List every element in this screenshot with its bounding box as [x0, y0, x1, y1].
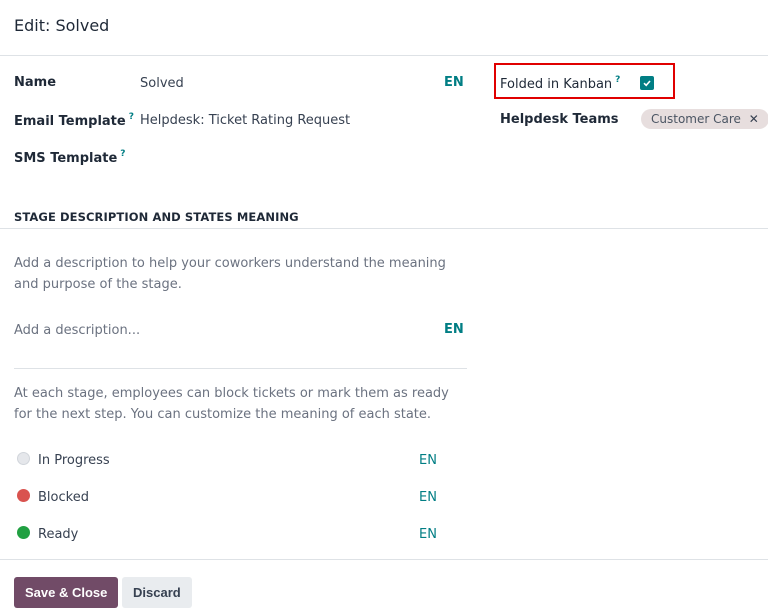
- email-template-input[interactable]: Helpdesk: Ticket Rating Request: [140, 113, 470, 133]
- name-input[interactable]: Solved: [140, 76, 470, 96]
- description-input[interactable]: Add a description...: [14, 320, 434, 342]
- state-label-ready[interactable]: Ready: [38, 527, 78, 542]
- help-icon[interactable]: ?: [129, 112, 134, 122]
- dialog-title: Edit: Solved: [14, 16, 110, 35]
- help-icon[interactable]: ?: [615, 75, 620, 85]
- state-dot-in-progress[interactable]: [17, 452, 30, 465]
- state-lang-button-blocked[interactable]: EN: [419, 490, 437, 505]
- tag-label: Customer Care: [651, 112, 741, 126]
- name-lang-button[interactable]: EN: [444, 75, 464, 90]
- sms-template-label: SMS Template?: [14, 149, 126, 166]
- state-dot-blocked[interactable]: [17, 489, 30, 502]
- sms-template-input[interactable]: [140, 150, 470, 170]
- states-help-text: At each stage, employees can block ticke…: [14, 386, 449, 422]
- description-divider: [14, 368, 467, 369]
- description-help-text: Add a description to help your coworkers…: [14, 256, 446, 292]
- tag-customer-care: Customer Care ✕: [641, 109, 768, 129]
- folded-in-kanban-checkbox[interactable]: [640, 76, 654, 90]
- description-lang-button[interactable]: EN: [444, 322, 464, 337]
- state-lang-button-in-progress[interactable]: EN: [419, 453, 437, 468]
- state-lang-button-ready[interactable]: EN: [419, 527, 437, 542]
- folded-in-kanban-label-text: Folded in Kanban: [500, 77, 613, 92]
- footer-divider: [0, 559, 768, 560]
- save-close-button[interactable]: Save & Close: [14, 577, 119, 608]
- name-value: Solved: [140, 76, 184, 91]
- sms-template-label-text: SMS Template: [14, 151, 118, 166]
- helpdesk-teams-label: Helpdesk Teams: [500, 112, 619, 127]
- name-label: Name: [14, 75, 57, 90]
- help-icon[interactable]: ?: [120, 149, 125, 159]
- section-divider: [0, 228, 768, 229]
- header-divider: [0, 55, 768, 56]
- email-template-value: Helpdesk: Ticket Rating Request: [140, 113, 351, 128]
- checkmark-icon: [643, 80, 651, 87]
- section-title: STAGE DESCRIPTION AND STATES MEANING: [14, 210, 299, 224]
- state-label-in-progress[interactable]: In Progress: [38, 453, 110, 468]
- state-dot-ready[interactable]: [17, 526, 30, 539]
- email-template-label: Email Template?: [14, 112, 134, 129]
- remove-tag-icon[interactable]: ✕: [749, 112, 759, 126]
- email-template-label-text: Email Template: [14, 114, 126, 129]
- folded-in-kanban-label: Folded in Kanban?: [500, 75, 620, 92]
- discard-button[interactable]: Discard: [122, 577, 192, 608]
- state-label-blocked[interactable]: Blocked: [38, 490, 89, 505]
